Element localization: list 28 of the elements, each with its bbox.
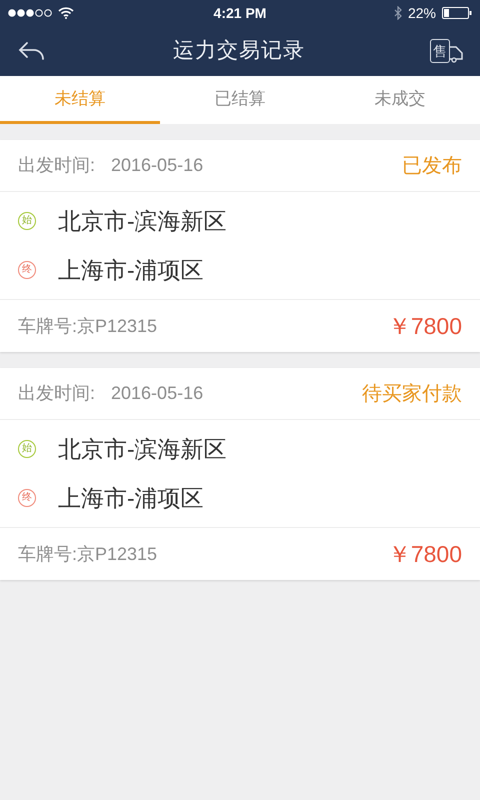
end-marker: 终 [18, 260, 36, 279]
departure-label: 出发时间: [18, 382, 96, 405]
price: ￥7800 [388, 312, 462, 341]
plate-number: 车牌号:京P12315 [18, 314, 158, 338]
departure-label: 出发时间: [18, 154, 96, 177]
departure-date: 2016-05-16 [111, 154, 204, 177]
battery-icon [442, 7, 472, 19]
back-arrow-icon [18, 41, 46, 61]
plate-number: 车牌号:京P12315 [18, 542, 158, 566]
page-title: 运力交易记录 [173, 38, 305, 64]
status-time: 4:21 PM [214, 4, 266, 22]
destination-address: 上海市-浦项区 [58, 256, 204, 284]
start-marker: 始 [18, 440, 36, 458]
price: ￥7800 [388, 540, 462, 569]
end-marker: 终 [18, 488, 36, 507]
bluetooth-icon [394, 6, 402, 20]
origin-address: 北京市-滨海新区 [58, 207, 227, 236]
start-marker: 始 [18, 212, 36, 230]
signal-icon [8, 9, 54, 17]
record-card[interactable]: 出发时间: 2016-05-16 已发布 始 北京市-滨海新区 终 上海市-浦项区 车牌号:京P12315 ￥7800 [0, 140, 480, 352]
record-status: 待买家付款 [362, 382, 462, 406]
record-card[interactable]: 出发时间: 2016-05-16 待买家付款 始 北京市-滨海新区 终 上海市-浦项区 车牌号:京P12315 ￥7800 [0, 368, 480, 580]
battery-percent: 22% [408, 4, 436, 22]
origin-address: 北京市-滨海新区 [58, 435, 227, 464]
wifi-icon [58, 7, 74, 19]
record-status: 已发布 [402, 154, 462, 178]
destination-address: 上海市-浦项区 [58, 484, 204, 512]
departure-date: 2016-05-16 [111, 382, 204, 405]
